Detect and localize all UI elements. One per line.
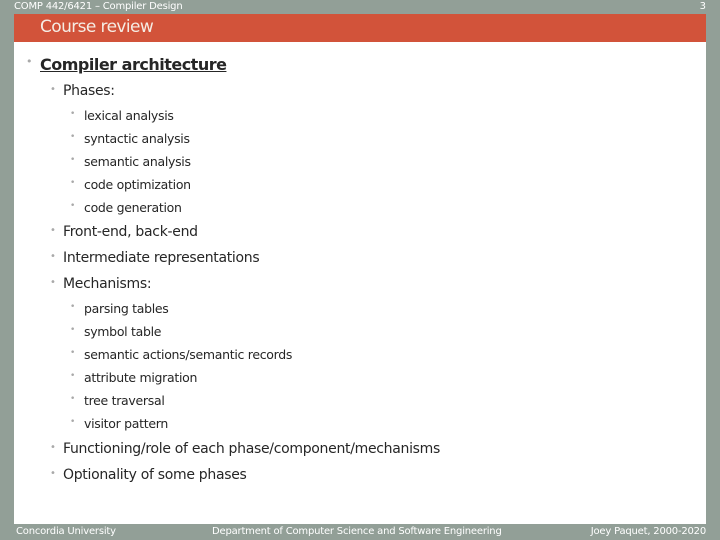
heading-link[interactable]: Compiler architecture (40, 55, 227, 74)
phases-label: Phases: (63, 83, 115, 99)
footer-left: Concordia University (16, 526, 116, 537)
phase-text: code optimization (84, 177, 191, 192)
bullet-icon: • (70, 417, 76, 427)
mechanisms-label: Mechanisms: (63, 276, 152, 292)
bullet-intermediate: • Intermediate representations (50, 250, 260, 266)
phase-item: • code generation (70, 200, 182, 215)
mechanism-text: parsing tables (84, 301, 169, 316)
bullet-optionality: • Optionality of some phases (50, 467, 247, 483)
bullet-icon: • (50, 225, 56, 236)
mechanism-item: • symbol table (70, 324, 162, 339)
bullet-icon: • (26, 55, 33, 68)
phase-text: lexical analysis (84, 108, 174, 123)
mechanism-text: semantic actions/semantic records (84, 347, 293, 362)
mechanism-text: attribute migration (84, 370, 198, 385)
phase-item: • semantic analysis (70, 154, 191, 169)
footer-right: Joey Paquet, 2000-2020 (590, 526, 706, 537)
phase-text: semantic analysis (84, 154, 191, 169)
bullet-compiler-architecture: • Compiler architecture (26, 55, 227, 74)
mechanism-item: • tree traversal (70, 393, 165, 408)
bullet-icon: • (70, 178, 76, 188)
bullet-icon: • (70, 201, 76, 211)
page-number: 3 (699, 1, 706, 12)
intermediate-text: Intermediate representations (63, 250, 260, 266)
bullet-icon: • (70, 394, 76, 404)
bullet-icon: • (70, 348, 76, 358)
footer-center: Department of Computer Science and Softw… (212, 526, 502, 537)
mechanism-item: • attribute migration (70, 370, 198, 385)
phase-item: • syntactic analysis (70, 131, 190, 146)
bullet-icon: • (50, 442, 56, 453)
bullet-icon: • (70, 132, 76, 142)
bullet-icon: • (50, 251, 56, 262)
phase-text: syntactic analysis (84, 131, 190, 146)
bullet-mechanisms: • Mechanisms: (50, 276, 152, 292)
bullet-icon: • (50, 468, 56, 479)
mechanism-text: symbol table (84, 324, 162, 339)
bullet-icon: • (70, 302, 76, 312)
bullet-functioning: • Functioning/role of each phase/compone… (50, 441, 441, 457)
phase-item: • lexical analysis (70, 108, 174, 123)
front-back-end-text: Front-end, back-end (63, 224, 198, 240)
phase-text: code generation (84, 200, 182, 215)
mechanism-item: • parsing tables (70, 301, 169, 316)
bullet-icon: • (70, 109, 76, 119)
mechanism-item: • semantic actions/semantic records (70, 347, 293, 362)
bullet-phases: • Phases: (50, 83, 115, 99)
bullet-icon: • (50, 277, 56, 288)
bullet-icon: • (70, 325, 76, 335)
slide-title: Course review (40, 17, 154, 37)
mechanism-text: tree traversal (84, 393, 165, 408)
optionality-text: Optionality of some phases (63, 467, 247, 483)
course-label: COMP 442/6421 – Compiler Design (14, 1, 183, 12)
bullet-icon: • (50, 84, 56, 95)
mechanism-item: • visitor pattern (70, 416, 168, 431)
slide-content: • Compiler architecture • Phases: • lexic… (14, 42, 706, 524)
functioning-text: Functioning/role of each phase/component… (63, 441, 441, 457)
bullet-front-back-end: • Front-end, back-end (50, 224, 198, 240)
bullet-icon: • (70, 371, 76, 381)
phase-item: • code optimization (70, 177, 191, 192)
mechanism-text: visitor pattern (84, 416, 168, 431)
title-bar: Course review (14, 14, 706, 42)
bullet-icon: • (70, 155, 76, 165)
